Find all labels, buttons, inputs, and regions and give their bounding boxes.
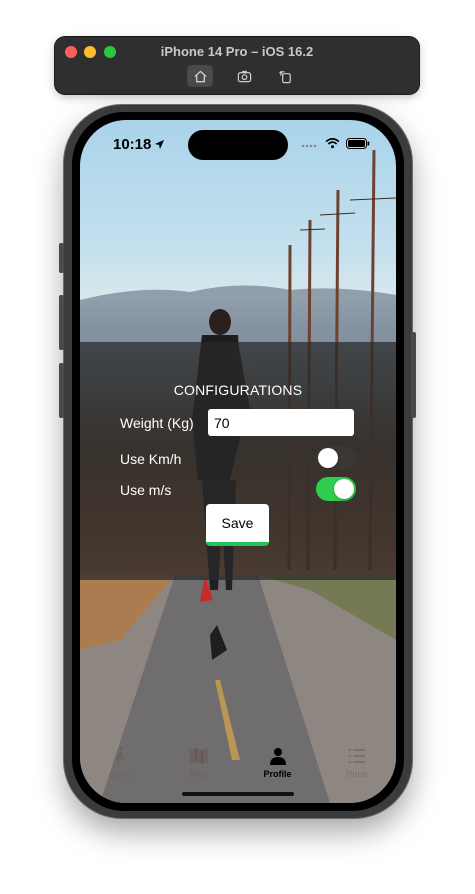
- home-indicator: [182, 792, 294, 796]
- battery-icon: [346, 138, 370, 149]
- home-icon: [193, 69, 207, 82]
- save-button[interactable]: Save: [206, 504, 269, 546]
- simulator-toolbar: iPhone 14 Pro – iOS 16.2: [55, 37, 419, 94]
- location-arrow-icon: [155, 139, 165, 150]
- power-button: [411, 332, 416, 418]
- mute-switch: [59, 243, 64, 273]
- runner-icon: [115, 747, 125, 763]
- dynamic-island: [188, 130, 288, 160]
- simulator-title: iPhone 14 Pro – iOS 16.2: [160, 44, 314, 59]
- config-title: CONFIGURATIONS: [173, 382, 303, 398]
- map-icon: [189, 748, 208, 764]
- volume-down-button: [59, 363, 64, 418]
- rotate-icon: [278, 70, 291, 83]
- tab-start[interactable]: Start: [80, 733, 159, 779]
- kmh-label: Use Km/h: [120, 451, 182, 467]
- wifi-icon: [325, 138, 340, 149]
- ms-label: Use m/s: [120, 482, 172, 498]
- ms-toggle-knob: [334, 479, 354, 499]
- tab-profile-label: Profile: [263, 769, 292, 779]
- weight-input[interactable]: [208, 409, 354, 436]
- signal-icon: [301, 144, 317, 147]
- app-screen: 10:18 CONFIGURATIONS Weight (Kg) Use Km/…: [80, 120, 396, 803]
- status-time-text: 10:18: [113, 136, 152, 153]
- person-icon: [269, 748, 286, 765]
- tab-map[interactable]: Map: [159, 733, 238, 779]
- volume-up-button: [59, 295, 64, 350]
- tab-start-label: Start: [109, 769, 129, 779]
- tab-runs[interactable]: Runs: [317, 733, 396, 779]
- kmh-toggle-knob: [318, 448, 338, 468]
- ms-toggle[interactable]: [316, 477, 356, 501]
- screenshot-icon: [237, 70, 251, 82]
- tab-runs-label: Runs: [345, 769, 367, 779]
- configuration-panel: CONFIGURATIONS Weight (Kg) Use Km/h Use …: [80, 342, 396, 580]
- status-time: 10:18: [113, 136, 165, 153]
- kmh-toggle[interactable]: [316, 446, 356, 470]
- tab-profile[interactable]: Profile: [238, 733, 317, 779]
- list-icon: [348, 748, 365, 764]
- screenshot-button[interactable]: [231, 65, 257, 87]
- home-button[interactable]: [187, 65, 213, 87]
- tab-map-label: Map: [189, 769, 208, 779]
- weight-label: Weight (Kg): [120, 415, 194, 431]
- status-icons: [301, 138, 370, 149]
- rotate-button[interactable]: [272, 65, 298, 87]
- tab-bar: Start Map Profile Runs: [80, 733, 396, 779]
